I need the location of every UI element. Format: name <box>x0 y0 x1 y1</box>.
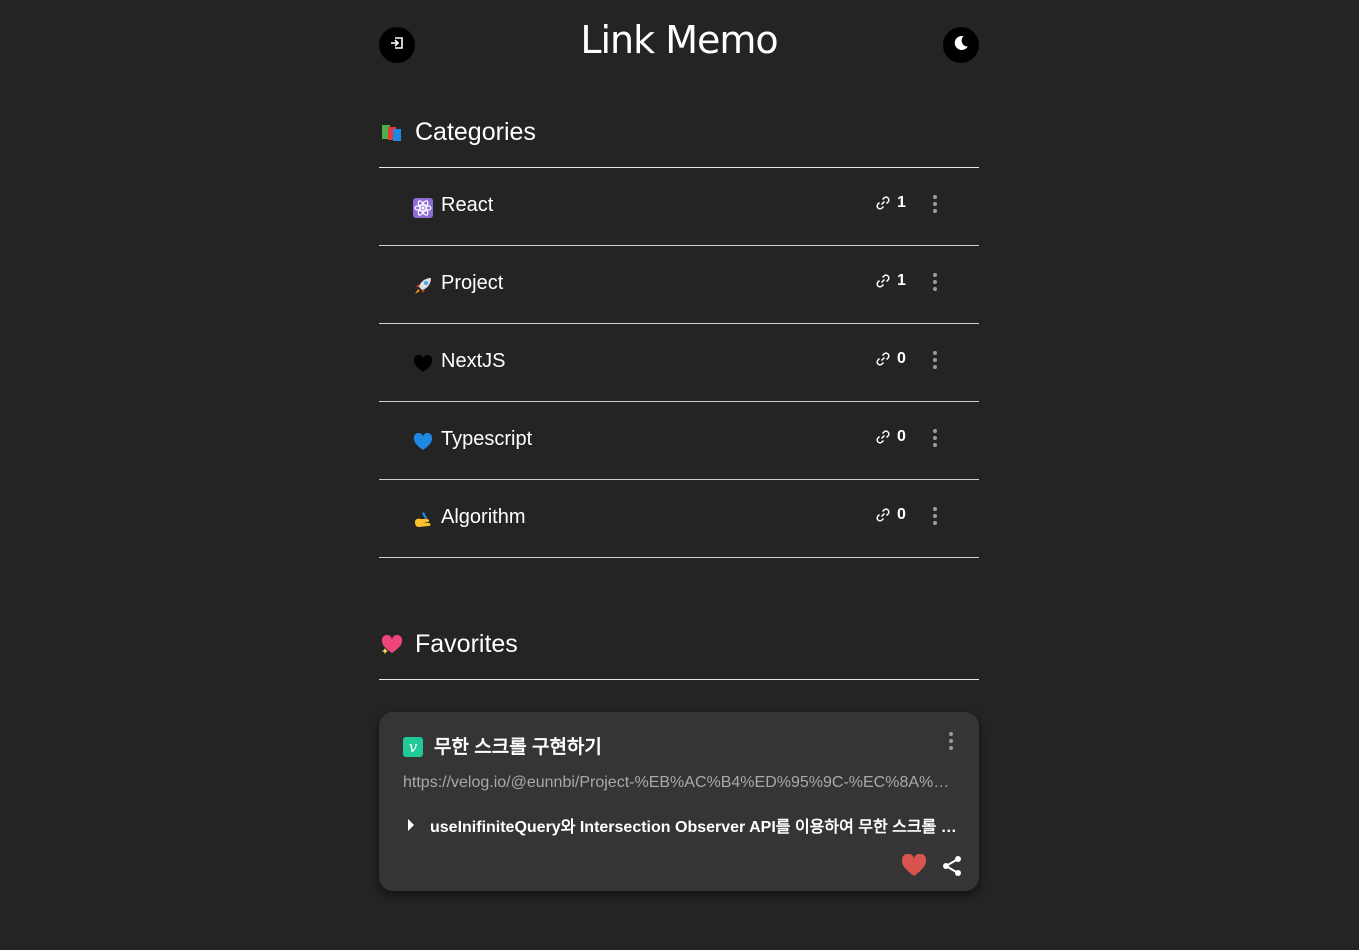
app-container: Link Memo Categories React 1 Project 1 NextJ… <box>379 0 979 891</box>
category-more-button[interactable] <box>927 426 943 450</box>
favorites-title: Favorites <box>415 630 518 658</box>
link-count: 0 <box>875 428 906 446</box>
link-count: 1 <box>875 272 906 290</box>
favorites-header: Favorites <box>379 602 979 680</box>
link-description-toggle[interactable]: useInifiniteQuery와 Intersection Observer… <box>407 813 959 837</box>
card-actions <box>901 854 963 877</box>
blue-heart-icon <box>413 432 433 452</box>
black-heart-icon <box>413 354 433 374</box>
more-vertical-icon <box>933 195 937 213</box>
writing-hand-icon <box>413 510 433 530</box>
sparkling-heart-icon <box>381 634 403 656</box>
category-name: React <box>441 194 494 216</box>
favorite-link-card[interactable]: v 무한 스크롤 구현하기 https://velog.io/@eunnbi/P… <box>379 712 979 891</box>
books-icon <box>381 122 403 144</box>
caret-right-icon <box>407 818 417 832</box>
link-count-value: 0 <box>897 350 906 367</box>
like-button[interactable] <box>901 854 927 877</box>
category-more-button[interactable] <box>927 348 943 372</box>
category-more-button[interactable] <box>927 192 943 216</box>
link-icon <box>875 507 891 523</box>
moon-icon <box>952 34 970 57</box>
link-description: useInifiniteQuery와 Intersection Observer… <box>430 819 958 836</box>
category-item-nextjs[interactable]: NextJS 0 <box>379 324 979 402</box>
link-count-value: 1 <box>897 272 906 289</box>
category-name: Algorithm <box>441 506 526 528</box>
more-vertical-icon <box>933 351 937 369</box>
categories-title: Categories <box>415 118 536 146</box>
share-button[interactable] <box>941 855 963 877</box>
category-item-typescript[interactable]: Typescript 0 <box>379 402 979 480</box>
categories-section: Categories React 1 Project 1 NextJS 0 Typescri… <box>379 90 979 558</box>
link-count: 0 <box>875 506 906 524</box>
favorites-section: Favorites v 무한 스크롤 구현하기 https://velog.io… <box>379 602 979 891</box>
category-name: Typescript <box>441 428 533 450</box>
link-count: 1 <box>875 194 906 212</box>
more-vertical-icon <box>933 273 937 291</box>
category-item-algorithm[interactable]: Algorithm 0 <box>379 480 979 558</box>
link-count-value: 0 <box>897 506 906 523</box>
more-vertical-icon <box>933 507 937 525</box>
share-icon <box>943 855 961 876</box>
card-more-button[interactable] <box>943 729 959 753</box>
velog-icon: v <box>403 737 423 757</box>
category-name: NextJS <box>441 350 506 372</box>
heart-icon <box>901 854 927 876</box>
category-more-button[interactable] <box>927 504 943 528</box>
rocket-icon <box>413 276 433 296</box>
app-title: Link Memo <box>580 18 778 62</box>
category-item-react[interactable]: React 1 <box>379 168 979 246</box>
categories-header: Categories <box>379 90 979 168</box>
category-more-button[interactable] <box>927 270 943 294</box>
link-count-value: 1 <box>897 194 906 211</box>
atom-icon <box>413 198 433 218</box>
link-icon <box>875 273 891 289</box>
link-url[interactable]: https://velog.io/@eunnbi/Project-%EB%AC%… <box>403 774 953 792</box>
link-count-value: 0 <box>897 428 906 445</box>
link-icon <box>875 429 891 445</box>
category-list: React 1 Project 1 NextJS 0 Typescript 0 Algorith… <box>379 168 979 558</box>
header: Link Memo <box>379 0 979 90</box>
more-vertical-icon <box>949 732 953 750</box>
link-count: 0 <box>875 350 906 368</box>
category-item-project[interactable]: Project 1 <box>379 246 979 324</box>
more-vertical-icon <box>933 429 937 447</box>
link-icon <box>875 195 891 211</box>
link-icon <box>875 351 891 367</box>
category-name: Project <box>441 272 504 294</box>
theme-toggle-button[interactable] <box>943 27 979 63</box>
link-title[interactable]: 무한 스크롤 구현하기 <box>434 732 602 759</box>
